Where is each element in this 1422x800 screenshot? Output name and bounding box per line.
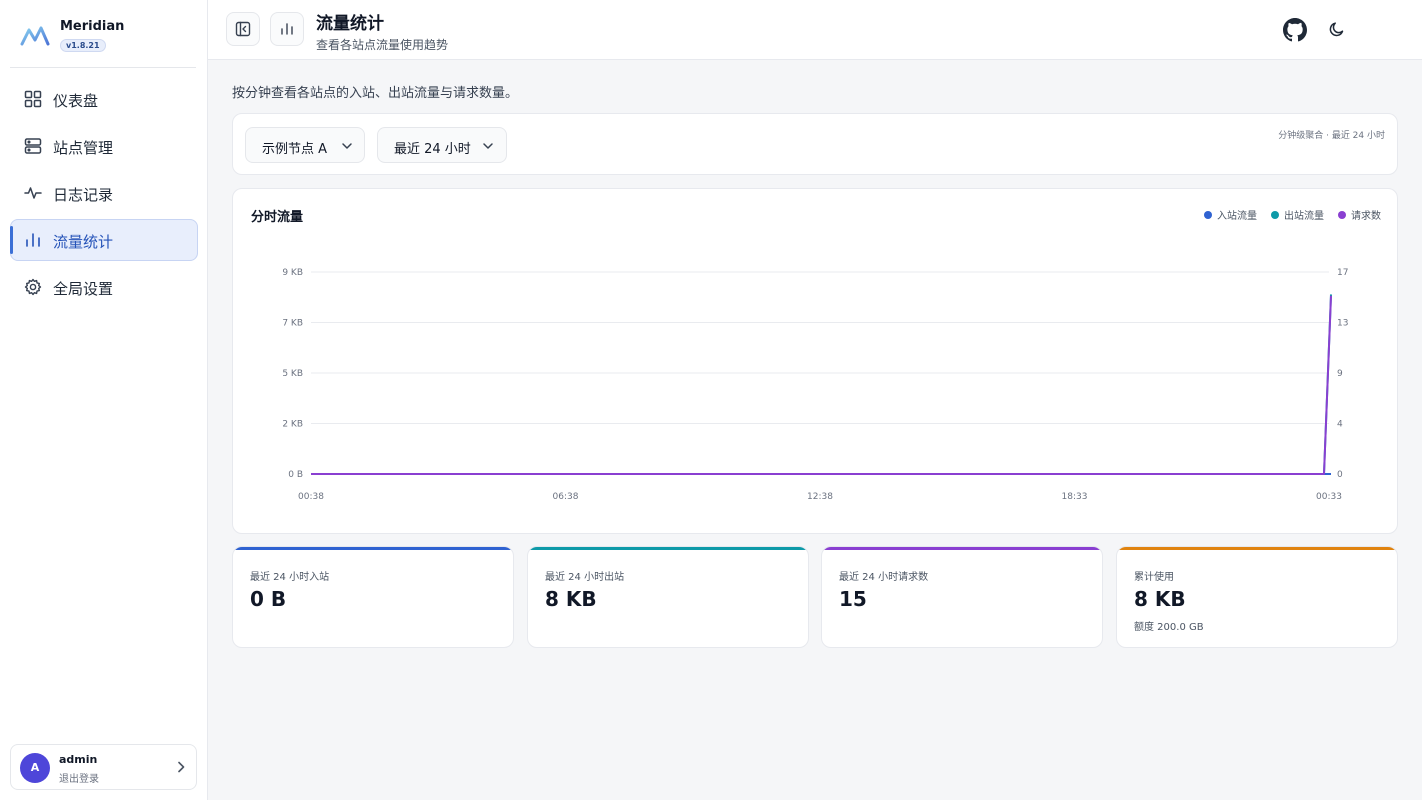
y-right-tick-label: 4 xyxy=(1337,420,1343,430)
traffic-page-icon-button[interactable] xyxy=(270,12,304,46)
sidebar-item-label: 仪表盘 xyxy=(53,92,99,110)
page-intro: 按分钟查看各站点的入站、出站流量与请求数量。 xyxy=(232,86,519,101)
node-select-value: 示例节点 A xyxy=(262,142,328,157)
user-name: admin xyxy=(59,753,98,766)
chevron-right-icon xyxy=(178,761,185,773)
stat-card-inbound: 最近 24 小时入站 0 B xyxy=(232,546,514,648)
stat-value: 15 xyxy=(839,587,867,611)
stat-accent-bar xyxy=(1117,547,1397,550)
y-left-tick-label: 5 KB xyxy=(282,369,303,379)
stat-accent-bar xyxy=(233,547,513,550)
chevron-down-icon xyxy=(483,143,493,149)
bar-chart-icon xyxy=(281,23,293,35)
quota-label: 额度 200.0 GB xyxy=(1134,622,1204,633)
y-right-tick-label: 9 xyxy=(1337,369,1343,379)
avatar: A xyxy=(20,753,50,783)
traffic-chart-card: 分时流量 入站流量 出站流量 请求数 0 B02 KB 4 5 KB 9 7 KB 13 9… xyxy=(232,188,1398,534)
dashboard-grid-icon xyxy=(24,90,42,108)
x-tick-label: 12:38 xyxy=(807,492,833,502)
x-tick-label: 06:38 xyxy=(553,492,579,502)
range-select[interactable]: 最近 24 小时 xyxy=(377,127,507,163)
sidebar-item-dashboard[interactable]: 仪表盘 xyxy=(10,78,198,120)
series-line-出站流量 xyxy=(311,294,1332,475)
sidebar-item-label: 站点管理 xyxy=(53,139,114,157)
page-title: 流量统计 xyxy=(316,14,384,34)
chevron-down-icon xyxy=(342,143,352,149)
y-left-tick-label: 7 KB xyxy=(282,319,303,329)
activity-icon xyxy=(24,187,42,199)
y-right-tick-label: 0 xyxy=(1337,470,1343,480)
sidebar: Meridian v1.8.21 仪表盘 站点管理 日志记录 流量统计 全局设置… xyxy=(0,0,208,800)
stat-value: 8 KB xyxy=(545,587,597,611)
x-tick-label: 18:33 xyxy=(1062,492,1088,502)
moon-icon[interactable] xyxy=(1328,20,1346,38)
bar-chart-icon xyxy=(26,233,40,247)
sidebar-item-label: 日志记录 xyxy=(53,186,114,204)
stat-card-requests: 最近 24 小时请求数 15 xyxy=(821,546,1103,648)
y-right-tick-label: 17 xyxy=(1337,268,1348,278)
stat-value: 0 B xyxy=(250,587,287,611)
meridian-logo-icon xyxy=(20,26,50,46)
y-left-tick-label: 0 B xyxy=(288,470,303,480)
page-subtitle: 查看各站点流量使用趋势 xyxy=(316,38,449,52)
filter-bar: 示例节点 A 最近 24 小时 分钟级聚合 · 最近 24 小时 xyxy=(232,113,1398,175)
sidebar-item-logs[interactable]: 日志记录 xyxy=(10,172,198,214)
logout-link[interactable]: 退出登录 xyxy=(59,770,99,785)
sidebar-item-traffic[interactable]: 流量统计 xyxy=(10,219,198,261)
x-tick-label: 00:33 xyxy=(1316,492,1342,502)
stat-card-total: 累计使用 8 KB 额度 200.0 GB xyxy=(1116,546,1398,648)
panel-collapse-icon xyxy=(235,21,251,37)
x-tick-label: 00:38 xyxy=(298,492,324,502)
y-left-tick-label: 2 KB xyxy=(282,420,303,430)
top-header: 流量统计 查看各站点流量使用趋势 xyxy=(208,0,1422,60)
y-right-tick-label: 13 xyxy=(1337,319,1348,329)
y-left-tick-label: 9 KB xyxy=(282,268,303,278)
stat-label: 最近 24 小时请求数 xyxy=(839,572,929,583)
stat-card-outbound: 最近 24 小时出站 8 KB xyxy=(527,546,809,648)
aggregation-note: 分钟级聚合 · 最近 24 小时 xyxy=(1278,131,1385,141)
brand[interactable]: Meridian v1.8.21 xyxy=(20,18,200,58)
stat-label: 累计使用 xyxy=(1134,572,1174,583)
node-select[interactable]: 示例节点 A xyxy=(245,127,365,163)
sidebar-item-label: 流量统计 xyxy=(53,233,114,251)
stat-accent-bar xyxy=(528,547,808,550)
divider xyxy=(10,67,196,68)
version-badge: v1.8.21 xyxy=(60,39,106,52)
server-icon xyxy=(24,138,42,154)
stat-value: 8 KB xyxy=(1134,587,1186,611)
range-select-value: 最近 24 小时 xyxy=(394,142,471,157)
stat-accent-bar xyxy=(822,547,1102,550)
traffic-line-chart[interactable]: 0 B 0 2 KB 4 5 KB 9 7 KB 13 9 KB 17 00:38 06:38 12:3… xyxy=(233,189,1397,533)
gear-icon xyxy=(24,278,42,296)
sidebar-nav: 仪表盘 站点管理 日志记录 流量统计 全局设置 xyxy=(10,78,198,313)
sidebar-item-sites[interactable]: 站点管理 xyxy=(10,125,198,167)
sidebar-item-settings[interactable]: 全局设置 xyxy=(10,266,198,308)
collapse-sidebar-button[interactable] xyxy=(226,12,260,46)
brand-name: Meridian xyxy=(60,19,125,34)
user-menu[interactable]: A admin 退出登录 xyxy=(10,744,197,790)
sidebar-item-label: 全局设置 xyxy=(53,280,114,298)
github-icon[interactable] xyxy=(1283,18,1307,42)
stat-label: 最近 24 小时入站 xyxy=(250,572,330,583)
stat-label: 最近 24 小时出站 xyxy=(545,572,625,583)
